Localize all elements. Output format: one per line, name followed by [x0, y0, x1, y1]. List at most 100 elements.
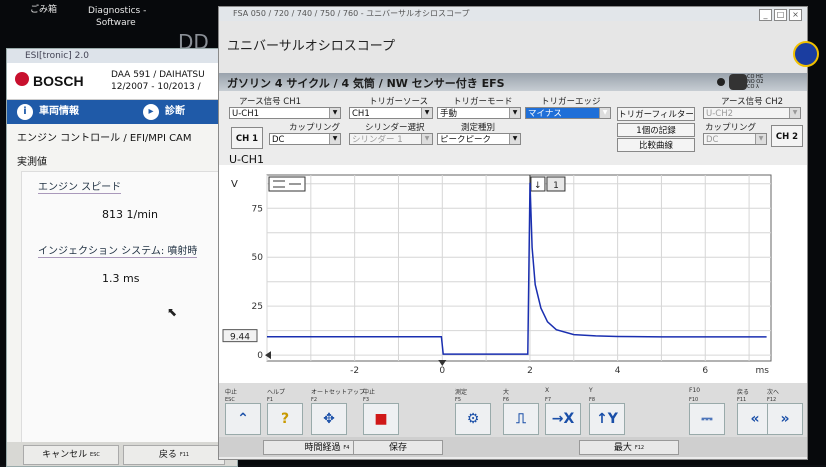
tab-vehicle-info-label: 車両情報	[39, 106, 79, 117]
x-unit-label: ms	[756, 366, 770, 376]
ch1-ground-select[interactable]: U-CH1 ▼	[229, 107, 341, 119]
ch1-coupling-select[interactable]: DC ▼	[269, 133, 341, 145]
function-key-label: 中止	[225, 389, 238, 396]
trigger-mode-select[interactable]: 手動 ▼	[437, 107, 521, 119]
y-tick-label: 0	[257, 351, 263, 361]
tab-diagnosis-label: 診断	[165, 106, 185, 117]
help-button[interactable]: ?	[267, 403, 303, 435]
chevron-down-icon: ▼	[755, 134, 766, 144]
stop-icon: ■	[374, 411, 388, 427]
measure-button[interactable]: ⚙	[455, 403, 491, 435]
y-tick-label: 75	[252, 204, 263, 214]
close-icon[interactable]: ×	[789, 9, 802, 21]
ch1-coupling-value: DC	[272, 135, 285, 145]
scope-controls: アース信号 CH1 U-CH1 ▼ CH 1 カップリング DC ▼ トリガーソース…	[225, 93, 805, 153]
cylinder-select[interactable]: シリンダー 1 ▼	[349, 133, 433, 145]
trigger-source-label: トリガーソース	[369, 97, 429, 107]
ch2-coupling-label: カップリング	[705, 123, 757, 133]
trigger-edge-select[interactable]: マイナス ▼	[525, 107, 611, 119]
ch2-button[interactable]: CH 2	[771, 125, 803, 147]
chevron-down-icon: ▼	[421, 134, 432, 144]
measurement-value-engine-speed: 813 1/min	[102, 208, 158, 221]
pause-button[interactable]: ■	[363, 403, 399, 435]
vehicle-line-2: 12/2007 - 10/2013 /	[111, 82, 201, 92]
car-icon: ▸	[143, 104, 159, 120]
save-button[interactable]: 保存	[353, 440, 443, 455]
y-tick-label: 25	[252, 302, 263, 312]
max-button-label: 最大	[613, 443, 632, 453]
vehicle-line-1: DAA 591 / DAIHATSU	[111, 70, 205, 80]
back-button-key: F11	[179, 452, 190, 458]
zoom-button[interactable]: ⎍	[503, 403, 539, 435]
esi-window: ESI[tronic] 2.0 BOSCH DAA 591 / DAIHATSU…	[6, 48, 238, 467]
function-key-label: ヘルプ	[267, 389, 286, 396]
arrow-right-x-icon: →X	[551, 411, 575, 427]
y-tick-label: 50	[252, 253, 264, 263]
stop-button[interactable]: ⌃	[225, 403, 261, 435]
desktop-software-label[interactable]: Software	[96, 18, 136, 28]
desktop-diagnostics-label[interactable]: Diagnostics -	[88, 6, 146, 16]
function-key-label: 中止	[363, 389, 376, 396]
gas-analyzer-icon	[729, 74, 747, 90]
x-tick-label: -2	[350, 366, 359, 376]
function-key-label: 大	[503, 389, 510, 396]
x-tick-label: 4	[615, 366, 621, 376]
mouse-pointer-icon: ⬉	[167, 305, 178, 319]
cancel-button[interactable]: キャンセル ESC	[23, 445, 119, 465]
tab-vehicle-info[interactable]: i 車両情報	[11, 103, 139, 121]
ch2-coupling-select[interactable]: DC ▼	[703, 133, 767, 145]
back-button[interactable]: 戻る F11	[123, 445, 225, 465]
function-key-label: F10	[689, 387, 701, 394]
ch2-coupling-value: DC	[706, 135, 719, 145]
trigger-source-value: CH1	[352, 109, 370, 119]
autosetup-button[interactable]: ✥	[311, 403, 347, 435]
oscilloscope-plot[interactable]: 0 25 50 75 -2 0 2 4 6 Vms ↓ 1 9.44	[219, 165, 807, 383]
x-tick-label: 2	[527, 366, 533, 376]
measure-type-label: 測定種別	[461, 123, 496, 133]
trigger-mode-label: トリガーモード	[453, 97, 513, 107]
waveform-icon: ⎓	[701, 411, 713, 427]
status-button-row: 時間経過 F4 保存 最大 F12	[219, 437, 807, 457]
compare-curve-button[interactable]: 比較曲線	[617, 138, 695, 152]
max-button-key: F12	[634, 445, 645, 451]
measurement-label-engine-speed[interactable]: エンジン スピード	[38, 178, 122, 194]
function-key-label: Y	[589, 387, 593, 394]
f10-button[interactable]: ⎓	[689, 403, 725, 435]
maximize-icon[interactable]: □	[774, 9, 787, 21]
oscilloscope-window: FSA 050 / 720 / 740 / 750 / 760 - ユニバーサル…	[218, 6, 819, 460]
trigger-filter-button[interactable]: トリガーフィルター	[617, 107, 695, 121]
elapsed-time-key: F4	[343, 445, 350, 451]
ch1-button[interactable]: CH 1	[231, 127, 263, 149]
max-button[interactable]: 最大 F12	[579, 440, 679, 455]
gas-label-3: CO λ	[747, 84, 759, 90]
pulse-icon: ⎍	[516, 411, 526, 427]
info-icon: i	[17, 104, 33, 120]
next-button[interactable]: »	[767, 403, 803, 435]
y-unit-label: V	[231, 179, 238, 190]
trigger-source-select[interactable]: CH1 ▼	[349, 107, 433, 119]
trigger-mode-value: 手動	[440, 109, 458, 119]
gas-analyzer-labels: CO HC NO O2 CO λ	[747, 75, 763, 90]
bosch-logo-icon	[15, 72, 29, 86]
desktop-trash-label[interactable]: ごみ箱	[30, 2, 57, 15]
oscilloscope-chart[interactable]: 0 25 50 75 -2 0 2 4 6 Vms ↓ 1 9.44	[219, 165, 807, 383]
bosch-brand: BOSCH	[33, 73, 84, 89]
ch2-ground-select[interactable]: U-CH2 ▼	[703, 107, 801, 119]
minimize-icon[interactable]: _	[759, 9, 772, 21]
mode-text: ガソリン 4 サイクル / 4 気筒 / NW センサー付き EFS	[227, 77, 505, 90]
chevron-down-icon: ▼	[329, 108, 340, 118]
measure-type-select[interactable]: ピークピーク ▼	[437, 133, 521, 145]
ch1-coupling-label: カップリング	[289, 123, 341, 133]
y-axis-button[interactable]: ↑Y	[589, 403, 625, 435]
vehicle-info: DAA 591 / DAIHATSU 12/2007 - 10/2013 /	[111, 69, 205, 93]
esi-bottom-bar: キャンセル ESC 戻る F11	[7, 442, 237, 466]
trigger-edge-value: マイナス	[528, 109, 562, 119]
plot-frame	[266, 174, 772, 362]
measurement-panel: エンジン スピード 813 1/min インジェクション システム: 噴射時 1…	[21, 171, 238, 443]
x-axis-button[interactable]: →X	[545, 403, 581, 435]
function-key-label: 戻る	[737, 389, 750, 396]
chevron-up-icon: ⌃	[237, 411, 249, 427]
measurement-label-injection-time[interactable]: インジェクション システム: 噴射時	[38, 242, 198, 258]
chevron-down-icon: ▼	[509, 134, 520, 144]
single-record-button[interactable]: 1個の記録	[617, 123, 695, 137]
